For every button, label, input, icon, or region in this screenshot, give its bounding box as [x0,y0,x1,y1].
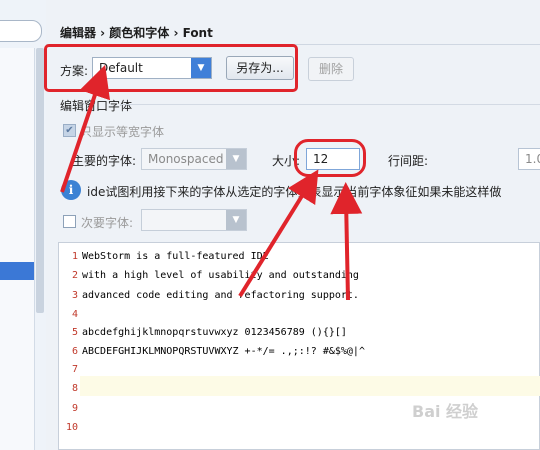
annotation-arrow [60,64,111,193]
annotation-arrow [330,182,363,301]
annotation-arrows [60,64,363,301]
annotation-arrow [238,169,319,298]
